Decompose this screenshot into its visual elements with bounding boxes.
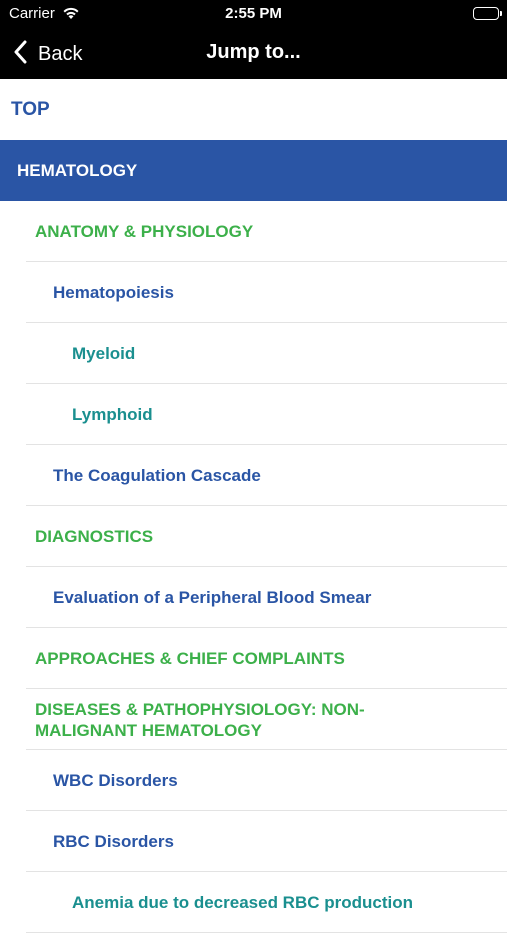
list-item-label: Anemia due to decreased RBC production — [72, 893, 413, 912]
list-item[interactable]: ANATOMY & PHYSIOLOGY — [0, 201, 507, 262]
navigation-bar: Back Jump to... — [0, 28, 507, 79]
list-item-label: APPROACHES & CHIEF COMPLAINTS — [35, 649, 345, 668]
battery-icon — [473, 7, 502, 20]
clock: 2:55 PM — [225, 5, 282, 22]
list-item[interactable]: Anemia due to decreased RBC production — [0, 872, 507, 933]
list-item[interactable]: DIAGNOSTICS — [0, 506, 507, 567]
status-bar: Carrier 2:55 PM — [0, 0, 507, 28]
list-item[interactable]: Myeloid — [0, 323, 507, 384]
list-item-label: RBC Disorders — [53, 832, 174, 851]
list-item[interactable]: WBC Disorders — [0, 750, 507, 811]
list-item[interactable]: The Coagulation Cascade — [0, 445, 507, 506]
list-item-label: HEMATOLOGY — [17, 161, 138, 180]
list-item-label: Lymphoid — [72, 405, 153, 424]
page-title: Jump to... — [206, 41, 301, 63]
list-item-label: Evaluation of a Peripheral Blood Smear — [53, 588, 372, 607]
list-item-label: ANATOMY & PHYSIOLOGY — [35, 222, 254, 241]
list-item[interactable]: Evaluation of a Peripheral Blood Smear — [0, 567, 507, 628]
list-item[interactable]: APPROACHES & CHIEF COMPLAINTS — [0, 628, 507, 689]
list-item[interactable]: DISEASES & PATHOPHYSIOLOGY: NON-MALIGNAN… — [0, 689, 507, 750]
list-item-label: WBC Disorders — [53, 771, 178, 790]
list-item-label: Myeloid — [72, 344, 136, 363]
list-item-label: DIAGNOSTICS — [35, 527, 154, 546]
list-item-label: Hematopoiesis — [53, 283, 174, 302]
list-item-label: The Coagulation Cascade — [53, 466, 261, 485]
list-item[interactable]: Hematopoiesis — [0, 262, 507, 323]
list-item[interactable]: Lymphoid — [0, 384, 507, 445]
list-item[interactable]: RBC Disorders — [0, 811, 507, 872]
jump-list: TOP HEMATOLOGY ANATOMY & PHYSIOLOGY Hema… — [0, 79, 507, 933]
list-item-section-hematology[interactable]: HEMATOLOGY — [0, 140, 507, 201]
list-item-top[interactable]: TOP — [0, 79, 507, 140]
list-item-label: DISEASES & PATHOPHYSIOLOGY: NON-MALIGNAN… — [35, 699, 365, 740]
list-item-label: TOP — [11, 99, 50, 120]
